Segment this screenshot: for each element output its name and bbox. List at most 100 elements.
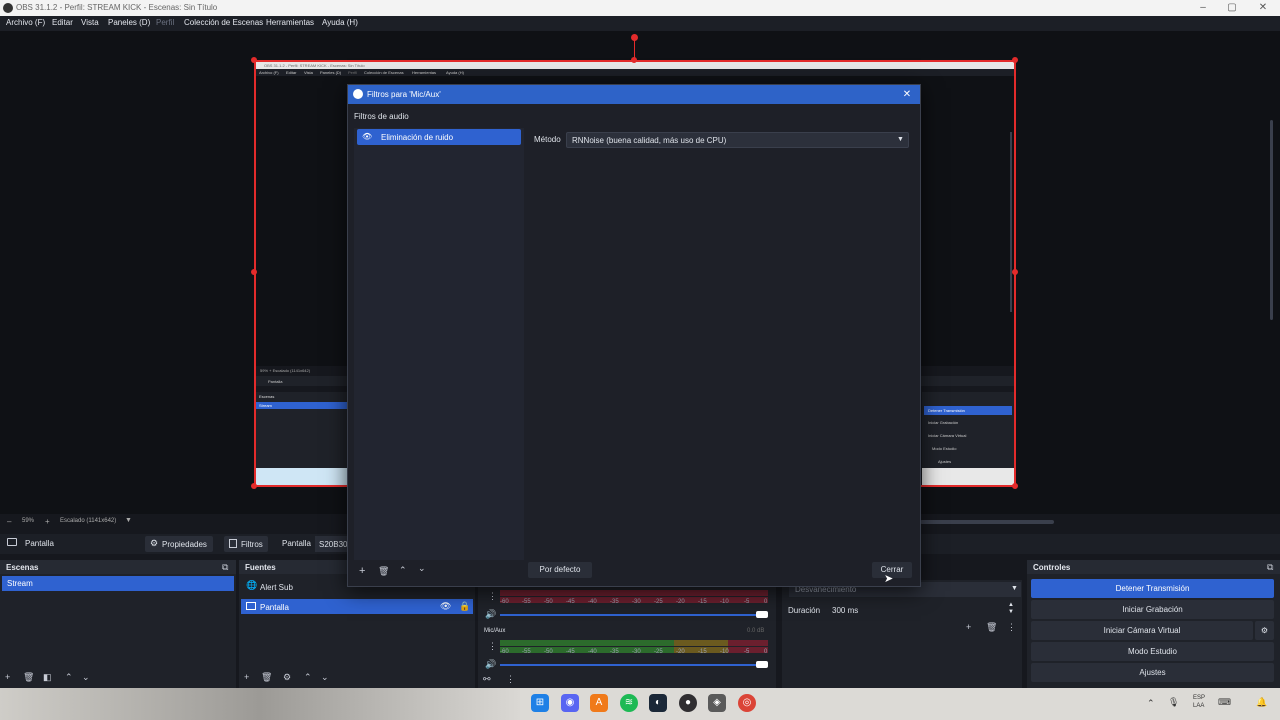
display-select[interactable]: S20B300 xyxy=(315,536,352,552)
spotify-icon[interactable]: ≋ xyxy=(620,694,638,712)
undock-icon[interactable]: ⧉ xyxy=(1267,562,1273,573)
volume-slider[interactable] xyxy=(500,661,768,668)
trash-icon[interactable]: 🗑 xyxy=(378,566,389,577)
menu-herramientas[interactable]: Herramientas xyxy=(266,18,314,27)
filter-icon[interactable]: ◧ xyxy=(43,672,52,683)
preview-scrollbar-v[interactable] xyxy=(1270,120,1273,320)
menu-vista[interactable]: Vista xyxy=(81,18,99,27)
stop-stream-button[interactable]: Detener Transmisión xyxy=(1031,579,1274,598)
chevron-down-icon: ▼ xyxy=(1011,585,1018,592)
menu-ayuda[interactable]: Ayuda (H) xyxy=(322,18,358,27)
close-icon[interactable]: ✕ xyxy=(900,88,914,102)
menu-coleccion[interactable]: Colección de Escenas xyxy=(184,18,263,27)
add-icon[interactable]: + xyxy=(966,622,971,632)
resize-handle[interactable] xyxy=(251,57,257,63)
mini-menu-item: Vista xyxy=(304,70,313,75)
slider-handle[interactable] xyxy=(756,611,768,618)
menu-paneles[interactable]: Paneles (D) xyxy=(108,18,150,27)
kebab-menu-icon[interactable]: ⋮ xyxy=(488,641,497,652)
add-icon[interactable]: + xyxy=(244,672,249,682)
trash-icon[interactable]: 🗑 xyxy=(261,672,272,683)
language-indicator[interactable]: ESP LAA xyxy=(1193,694,1205,710)
default-button[interactable]: Por defecto xyxy=(528,562,592,578)
start-virtual-camera-button[interactable]: Iniciar Cámara Virtual xyxy=(1031,621,1253,640)
resize-handle[interactable] xyxy=(1012,269,1018,275)
speaker-icon[interactable]: 🔊 xyxy=(485,659,496,670)
network-icon[interactable]: ⌨ xyxy=(1218,697,1231,708)
obs-taskbar-icon[interactable]: ● xyxy=(679,694,697,712)
filter-icon xyxy=(229,539,237,548)
scene-item[interactable]: Stream xyxy=(2,576,234,591)
menu-perfil[interactable]: Perfil xyxy=(156,18,174,27)
start-recording-button[interactable]: Iniciar Grabación xyxy=(1031,600,1274,619)
virtual-camera-settings-button[interactable]: ⚙ xyxy=(1255,621,1274,640)
maximize-button[interactable]: ▢ xyxy=(1215,1,1249,15)
microphone-icon[interactable]: 🎙 xyxy=(1168,697,1179,708)
mini-control-label: Iniciar Cámara Virtual xyxy=(928,433,967,438)
trash-icon[interactable]: 🗑 xyxy=(986,622,997,633)
steam-icon[interactable]: ◐ xyxy=(649,694,667,712)
discord-icon[interactable]: ◉ xyxy=(561,694,579,712)
tick-label: -35 xyxy=(610,599,619,605)
kebab-menu-icon[interactable]: ⋮ xyxy=(506,674,515,685)
chevron-down-icon[interactable]: ▼ xyxy=(125,517,132,524)
eye-icon[interactable]: 👁 xyxy=(440,601,451,612)
bell-icon[interactable]: 🔔 xyxy=(1256,697,1267,708)
dialog-titlebar: Filtros para 'Mic/Aux' ✕ xyxy=(348,85,920,104)
mini-scrollbar xyxy=(1010,132,1012,312)
tick-label: -60 xyxy=(500,599,509,605)
menu-archivo[interactable]: Archivo (F) xyxy=(6,18,45,27)
horizontal-scrollbar[interactable] xyxy=(920,520,1054,524)
add-icon[interactable]: + xyxy=(359,565,365,577)
trash-icon[interactable]: 🗑 xyxy=(23,672,34,683)
kebab-menu-icon[interactable]: ⋮ xyxy=(1007,622,1016,633)
resize-handle[interactable] xyxy=(1012,57,1018,63)
package-icon[interactable]: ◈ xyxy=(708,694,726,712)
lock-icon[interactable]: 🔒 xyxy=(459,601,470,612)
resize-handle[interactable] xyxy=(251,483,257,489)
chevron-up-icon[interactable]: ⌃ xyxy=(65,672,73,683)
undock-icon[interactable]: ⧉ xyxy=(222,562,228,573)
transitions-panel: Desvanecimiento ▼ Duración 300 ms ▲ ▼ + … xyxy=(782,580,1022,688)
filters-button[interactable]: Filtros xyxy=(224,536,268,552)
chevron-down-icon[interactable]: ⌄ xyxy=(82,672,90,683)
menu-editar[interactable]: Editar xyxy=(52,18,73,27)
link-icon[interactable]: ⚯ xyxy=(483,674,491,685)
add-icon[interactable]: + xyxy=(5,672,10,682)
gear-icon[interactable]: ⚙ xyxy=(283,672,291,683)
zoom-percent: 59% xyxy=(22,518,35,524)
scenes-panel-title: Escenas xyxy=(0,560,236,574)
resize-handle[interactable] xyxy=(251,269,257,275)
mini-menu-item: Ayuda (H) xyxy=(446,70,464,75)
properties-button[interactable]: ⚙ Propiedades xyxy=(145,536,213,552)
filters-dialog: Filtros para 'Mic/Aux' ✕ Filtros de audi… xyxy=(347,84,921,587)
method-select[interactable]: RNNoise (buena calidad, más uso de CPU) … xyxy=(566,132,909,148)
speaker-icon[interactable]: 🔊 xyxy=(485,609,496,620)
chevron-down-icon[interactable]: ⌄ xyxy=(321,672,329,683)
zoom-minus[interactable]: – xyxy=(7,517,11,526)
slider-handle[interactable] xyxy=(756,661,768,668)
app-icon[interactable]: A xyxy=(590,694,608,712)
filter-item-noise-suppression[interactable]: 👁 Eliminación de ruido xyxy=(357,129,521,145)
close-window-button[interactable]: ✕ xyxy=(1246,1,1280,15)
spinner-down-icon[interactable]: ▼ xyxy=(1008,609,1014,615)
eye-icon[interactable]: 👁 xyxy=(362,132,372,141)
settings-button[interactable]: Ajustes xyxy=(1031,663,1274,682)
duration-input[interactable]: 300 ms ▲ ▼ xyxy=(826,602,1018,617)
tick-label: -40 xyxy=(588,649,597,655)
chevron-down-icon[interactable]: ⌄ xyxy=(418,563,426,574)
chevron-up-icon[interactable]: ⌃ xyxy=(1147,698,1155,709)
spinner-up-icon[interactable]: ▲ xyxy=(1008,602,1014,608)
zoom-plus[interactable]: + xyxy=(45,517,50,526)
windows-start-icon[interactable]: ⊞ xyxy=(531,694,549,712)
volume-slider[interactable] xyxy=(500,611,768,618)
kebab-menu-icon[interactable]: ⋮ xyxy=(488,591,497,602)
method-label: Método xyxy=(534,135,561,144)
source-item[interactable]: Pantalla 👁 🔒 xyxy=(241,599,473,614)
resize-handle[interactable] xyxy=(1012,483,1018,489)
studio-mode-button[interactable]: Modo Estudio xyxy=(1031,642,1274,661)
chrome-icon[interactable]: ◎ xyxy=(738,694,756,712)
chevron-up-icon[interactable]: ⌃ xyxy=(399,565,407,576)
duration-label: Duración xyxy=(788,606,821,615)
chevron-up-icon[interactable]: ⌃ xyxy=(304,672,312,683)
